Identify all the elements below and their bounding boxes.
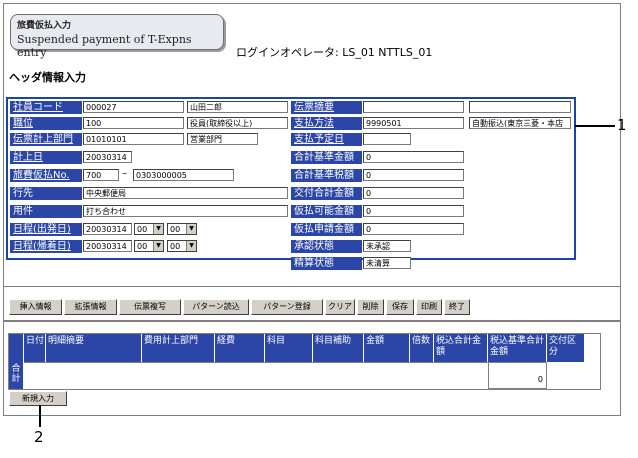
total-base-tax-label: 合計基準税額 [291,169,362,182]
col-summary: 明細摘要 [46,334,142,362]
col-amount: 金額 [364,334,410,362]
position-name-field: 役員(取締役以上) [187,117,288,129]
return-date-input[interactable]: 20030314 [83,240,132,252]
approval-status-field: 未承認 [363,240,411,252]
departure-hour-select[interactable]: 00 ▼ [134,223,164,235]
advance-request-label: 仮払申請金額 [291,223,362,236]
payment-method-input[interactable]: 9990501 [363,117,464,129]
col-expense: 経費 [215,334,265,362]
departure-minute-select[interactable]: 00 ▼ [167,223,197,235]
employee-code-label[interactable]: 社員コード [10,101,82,114]
callout-1: 1 [617,116,627,134]
screen-title-jp: 旅費仮払入力 [17,21,72,31]
slip-summary-text-input[interactable] [469,101,571,113]
toolbar-separator [3,286,621,287]
col-multiplier: 倍数 [410,334,434,362]
header-info-panel: 社員コード 000027 山田二郎 職位 100 役員(取締役以上) 伝票計上部… [6,97,576,270]
insert-info-button[interactable]: 挿入情報 [9,299,62,315]
departure-date-label[interactable]: 日程(出発日) [10,223,82,236]
chevron-down-icon: ▼ [186,224,196,234]
payment-due-label[interactable]: 支払予定日 [291,133,362,146]
employee-code-input[interactable]: 000027 [83,101,184,113]
chevron-down-icon: ▼ [153,224,163,234]
travel-advance-no-dash: – [122,168,127,179]
save-button[interactable]: 保存 [386,299,414,315]
return-minute-select[interactable]: 00 ▼ [167,240,197,252]
col-cost-department: 費用計上部門 [142,334,215,362]
copy-slip-button[interactable]: 伝票複写 [119,299,181,315]
delete-button[interactable]: 削除 [357,299,384,315]
settlement-status-field: 未清算 [363,257,411,269]
slip-department-input[interactable]: 01010101 [83,133,184,145]
chevron-down-icon: ▼ [186,241,196,251]
payment-method-name-field: 自動振込(東京三菱・本店 [469,117,571,129]
travel-advance-no-label[interactable]: 旅費仮払No. [10,169,82,182]
destination-label: 行先 [10,187,82,200]
delivery-total-field: 0 [363,187,464,199]
col-account: 科目 [265,334,313,362]
total-tax-base-value: 0 [488,362,547,389]
col-date: 日付 [24,334,46,362]
register-pattern-button[interactable]: パターン登録 [251,299,323,315]
load-pattern-button[interactable]: パターン読込 [183,299,249,315]
total-base-tax-field: 0 [363,169,464,181]
print-button[interactable]: 印刷 [416,299,442,315]
purpose-input[interactable]: 打ち合わせ [83,205,288,217]
travel-advance-no-input[interactable]: 0303000005 [133,169,234,181]
screen-title-badge: 旅費仮払入力 Suspended payment of T-Expns entr… [10,14,224,59]
callout-2: 2 [34,428,44,446]
departure-date-input[interactable]: 20030314 [83,223,132,235]
total-base-field: 0 [363,151,464,163]
detail-grid: 日付 明細摘要 費用計上部門 経費 科目 科目補助 金額 倍数 税込合計金額 税… [8,333,601,390]
slip-department-name-field: 営業部門 [187,133,258,145]
grid-separator [3,320,621,322]
col-delivery-type: 交付区分 [547,334,584,362]
payment-due-input[interactable] [363,133,411,145]
total-row-label: 合計 [11,364,21,384]
slip-summary-label[interactable]: 伝票摘要 [291,101,362,114]
chevron-down-icon: ▼ [153,241,163,251]
total-row-blank [24,362,488,389]
posting-date-label[interactable]: 計上日 [10,151,82,164]
advance-possible-field: 0 [363,205,464,217]
callout-1-line [575,125,615,127]
travel-advance-no-prefix-input[interactable]: 700 [83,169,119,181]
col-sub-account: 科目補助 [313,334,364,362]
total-base-label: 合計基準金額 [291,151,362,164]
advance-possible-label: 仮払可能金額 [291,205,362,218]
posting-date-input[interactable]: 20030314 [83,151,132,163]
callout-2-line [39,405,41,427]
clear-button[interactable]: クリア [325,299,355,315]
return-hour-select[interactable]: 00 ▼ [134,240,164,252]
section-title: ヘッダ情報入力 [9,71,86,84]
position-input[interactable]: 100 [83,117,184,129]
screen-title-en: Suspended payment of T-Expns entry [17,33,192,59]
delivery-total-label: 交付合計金額 [291,187,362,200]
slip-department-label[interactable]: 伝票計上部門 [10,133,82,146]
purpose-label: 用件 [10,205,82,218]
position-label[interactable]: 職位 [10,117,82,130]
payment-method-label[interactable]: 支払方法 [291,117,362,130]
col-tax-base-total: 税込基準合計金額 [488,334,547,362]
advance-request-input[interactable]: 0 [363,223,464,235]
new-entry-button[interactable]: 新規入力 [9,391,67,406]
settlement-status-label: 精算状態 [291,257,362,270]
exit-button[interactable]: 終了 [444,299,470,315]
login-operator: ログインオペレータ: LS_01 NTTLS_01 [236,46,433,59]
approval-status-label: 承認状態 [291,240,362,253]
col-tax-total: 税込合計金額 [434,334,488,362]
destination-input[interactable]: 中央郵便局 [83,187,288,199]
return-date-label[interactable]: 日程(帰着日) [10,240,82,253]
slip-summary-code-input[interactable] [363,101,464,113]
employee-name-field: 山田二郎 [187,101,288,113]
extended-info-button[interactable]: 拡張情報 [64,299,117,315]
